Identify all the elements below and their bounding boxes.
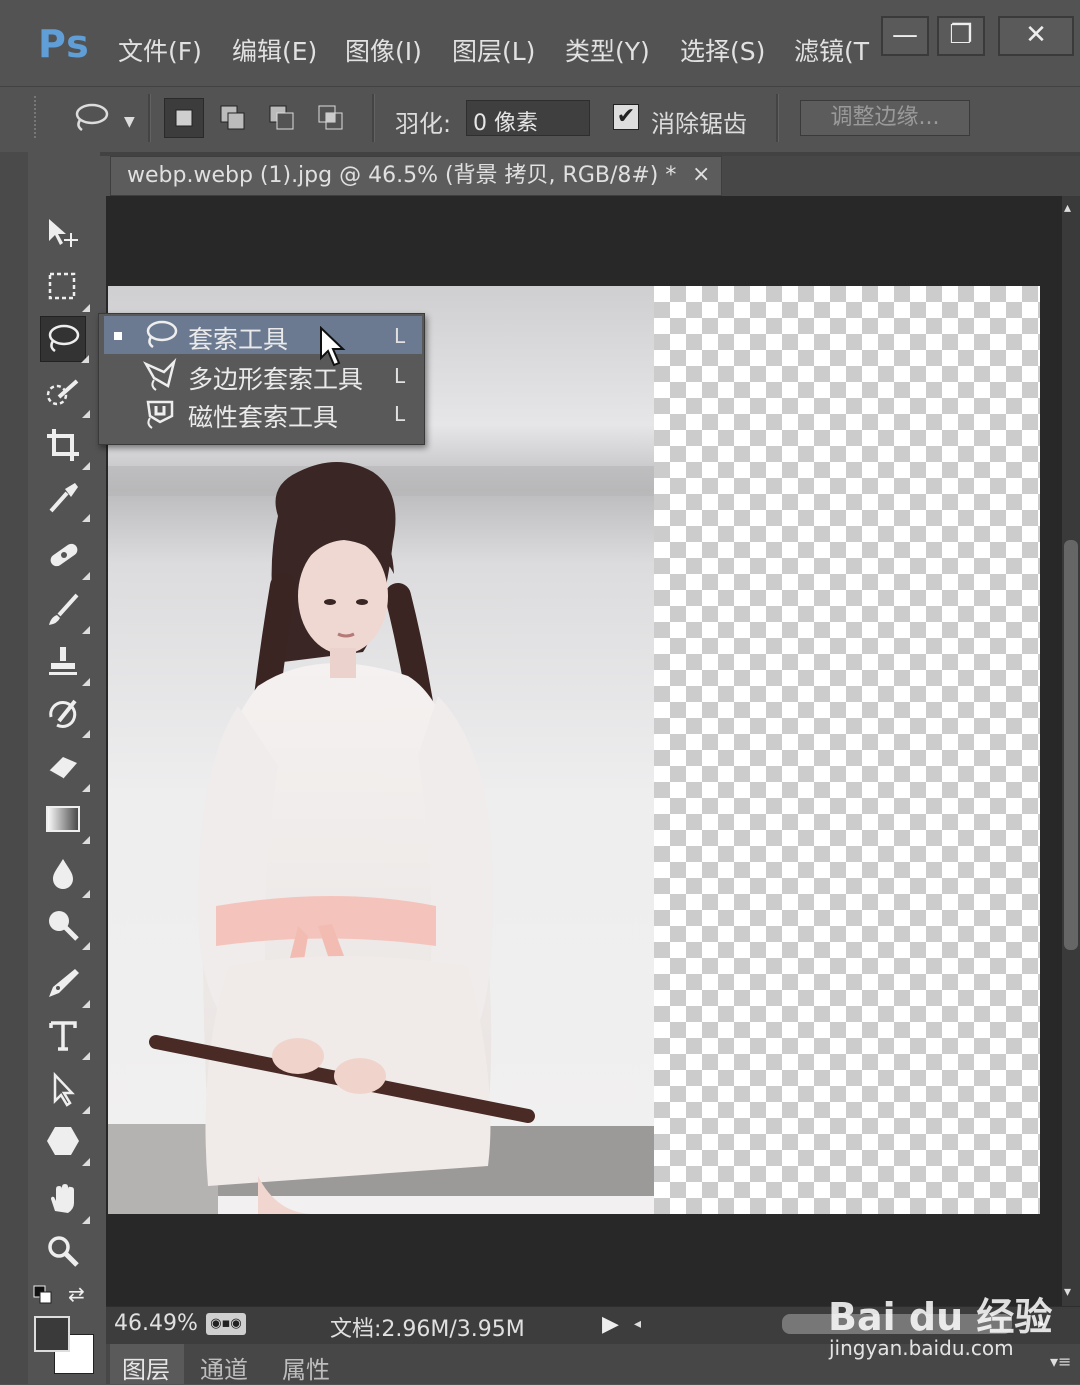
gradient-icon[interactable] [40, 796, 90, 844]
left-dock [0, 152, 28, 1384]
hand-icon[interactable] [40, 1176, 90, 1224]
type-icon[interactable] [40, 1012, 90, 1060]
close-tab-icon[interactable]: × [692, 162, 710, 187]
history-brush-icon[interactable] [40, 690, 90, 738]
menu-filter[interactable]: 滤镜(T [794, 32, 869, 68]
antialias-label: 消除锯齿 [651, 110, 747, 138]
scroll-down-icon[interactable]: ▾ [1064, 1284, 1071, 1300]
menu-type[interactable]: 类型(Y) [565, 32, 650, 68]
tab-channels[interactable]: 通道 [200, 1350, 248, 1385]
tab-layers[interactable]: 图层 [122, 1350, 170, 1385]
separator [148, 94, 151, 142]
panel-menu-icon[interactable]: ▾≡ [1050, 1352, 1071, 1371]
flyout-shortcut: L [394, 324, 406, 348]
tab-strip-empty [722, 156, 1080, 196]
blur-icon[interactable] [40, 850, 90, 898]
flyout-shortcut: L [394, 364, 406, 388]
separator [372, 94, 375, 142]
options-grip[interactable] [34, 96, 42, 138]
baidu-watermark-url: jingyan.baidu.com [829, 1336, 1014, 1360]
path-select-icon[interactable] [40, 1066, 90, 1114]
lasso-icon[interactable] [40, 316, 89, 363]
menu-select[interactable]: 选择(S) [680, 32, 765, 68]
selected-bullet-icon [114, 332, 122, 340]
flyout-item-polygonal-lasso[interactable]: 多边形套索工具 L [104, 356, 422, 394]
add-to-selection-icon[interactable] [213, 98, 253, 138]
default-colors-icon[interactable] [32, 1284, 54, 1306]
foreground-color-swatch[interactable] [34, 1316, 70, 1352]
flyout-label: 磁性套索工具 [188, 403, 339, 432]
status-menu-arrow-icon[interactable]: ▶ [602, 1312, 619, 1337]
dodge-icon[interactable] [40, 902, 90, 950]
magnetic-lasso-icon [142, 396, 178, 430]
eraser-icon[interactable] [40, 744, 90, 792]
tab-properties[interactable]: 属性 [282, 1350, 330, 1385]
menu-image[interactable]: 图像(I) [345, 32, 422, 68]
refine-edge-button[interactable]: 调整边缘... [800, 100, 970, 136]
restore-button[interactable]: ❐ [937, 16, 985, 56]
flyout-label: 套索工具 [188, 325, 289, 354]
feather-label: 羽化: [395, 110, 452, 138]
menu-layer[interactable]: 图层(L) [452, 32, 535, 68]
flyout-item-lasso[interactable]: 套索工具 L [104, 316, 422, 354]
mouse-cursor-icon [318, 325, 348, 372]
antialias-checkbox[interactable]: ✔ [613, 104, 639, 130]
swap-colors-icon[interactable]: ⇄ [68, 1282, 85, 1306]
lasso-icon [142, 318, 178, 352]
polygonal-lasso-icon [142, 357, 178, 392]
intersect-selection-icon[interactable] [311, 98, 351, 138]
baidu-watermark: Bai du 经验 [828, 1295, 1053, 1339]
close-window-button[interactable]: ✕ [998, 16, 1074, 56]
flyout-shortcut: L [394, 402, 406, 426]
quick-select-icon[interactable] [40, 370, 90, 418]
brush-icon[interactable] [40, 586, 90, 634]
crop-icon[interactable] [40, 422, 90, 470]
transparent-area[interactable] [654, 286, 1040, 1214]
document-tab-title: webp.webp (1).jpg @ 46.5% (背景 拷贝, RGB/8#… [127, 163, 677, 188]
minimize-button[interactable]: — [881, 16, 929, 56]
flyout-item-magnetic-lasso[interactable]: 磁性套索工具 L [104, 394, 422, 432]
preset-dropdown-icon[interactable]: ▼ [124, 114, 135, 130]
healing-brush-icon[interactable] [40, 532, 90, 580]
zoom-icon[interactable] [40, 1228, 86, 1274]
menu-file[interactable]: 文件(F) [118, 32, 202, 68]
scroll-up-icon[interactable]: ▴ [1064, 200, 1071, 216]
feather-input[interactable]: 0 像素 [466, 100, 590, 136]
menu-edit[interactable]: 编辑(E) [232, 32, 317, 68]
stamp-icon[interactable] [40, 638, 90, 686]
document-tab[interactable]: webp.webp (1).jpg @ 46.5% (背景 拷贝, RGB/8#… [110, 156, 722, 196]
scroll-left-icon[interactable]: ◂ [634, 1316, 641, 1332]
tool-preset-lasso-icon[interactable] [66, 98, 114, 138]
app-logo: Ps [38, 22, 90, 66]
zoom-level[interactable]: 46.49% [114, 1311, 198, 1336]
separator [776, 94, 779, 142]
shape-icon[interactable] [40, 1118, 90, 1166]
subtract-from-selection-icon[interactable] [262, 98, 302, 138]
eyedropper-icon[interactable] [40, 474, 90, 522]
document-size: 文档:2.96M/3.95M [330, 1317, 525, 1342]
pen-icon[interactable] [40, 960, 90, 1008]
status-proof-icon[interactable]: ◉▪◉ [206, 1313, 246, 1335]
marquee-icon[interactable] [40, 264, 90, 312]
new-selection-icon[interactable] [164, 98, 204, 138]
vertical-scroll-thumb[interactable] [1064, 540, 1078, 950]
move-icon[interactable] [40, 210, 86, 256]
